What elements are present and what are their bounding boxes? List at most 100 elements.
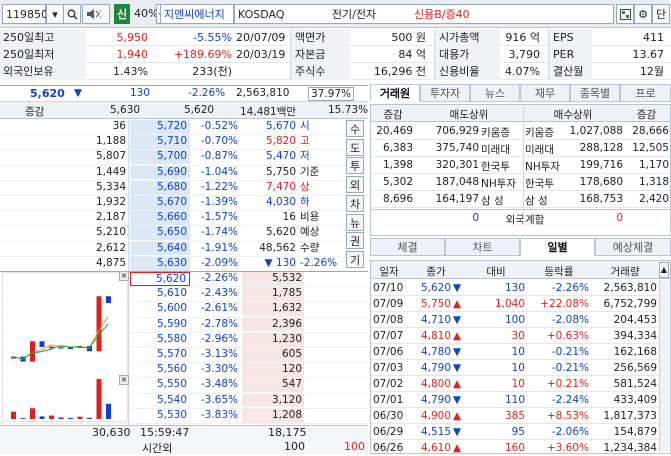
daily-row[interactable]: 07/08 4,710 ▼ 100 -2.08% 204,453 <box>371 312 670 328</box>
side-button[interactable]: 뉴 <box>346 213 364 231</box>
daily-row[interactable]: 07/03 4,790 ▼ 10 -0.21% 256,569 <box>371 360 670 376</box>
ask-price: 5,650 <box>130 226 190 241</box>
volume-bar <box>87 417 92 419</box>
broker-row[interactable]: 20,469 706,929 키움증 키움증 1,027,088 28,666 <box>371 123 670 140</box>
broker-row[interactable]: 5,302 187,048 NH투자 한국투 178,680 1,318 <box>371 174 670 191</box>
broker-sell-change: 6,383 <box>382 142 413 154</box>
toolbar: 119850 ▾ 신 40% ▾ 지엔씨에너지 KOSDAQ 전기/전자 신용B… <box>0 0 671 28</box>
daily-row[interactable]: 06/26 4,610 ▲ 160 +3.60% 1,234,384 <box>371 440 670 454</box>
broker-row[interactable]: 8,696 164,197 삼 성삼 성 168,753 2,420 <box>371 191 670 208</box>
side-button[interactable]: 수 <box>346 120 364 137</box>
summary-value: 5,820 <box>265 135 296 148</box>
speaker-icon[interactable] <box>82 4 110 24</box>
bid-qty: 605 <box>242 348 304 362</box>
side-button[interactable]: 도 <box>346 138 364 156</box>
grid-view-icon[interactable] <box>616 4 634 24</box>
side-button[interactable]: 권 <box>346 232 364 250</box>
volume-bar <box>20 418 26 419</box>
bid-price: 5,530 <box>156 408 187 421</box>
single-view-button[interactable]: 단 <box>652 4 670 24</box>
broker-sell-qty: 164,197 <box>435 193 479 205</box>
daily-row[interactable]: 07/06 4,780 ▼ 10 -0.21% 162,168 <box>371 344 670 360</box>
daily-rate: -2.26% <box>551 282 589 294</box>
ask-price: 5,640 <box>130 241 190 256</box>
tab-4[interactable]: 종목별 <box>570 84 620 102</box>
daily-diff: 100 <box>504 314 525 326</box>
ask-qty: 2,187 <box>95 211 126 224</box>
daily-header-cell: 등락률 <box>544 266 574 278</box>
daily-volume: 1,234,384 <box>603 442 657 454</box>
stock-code-input[interactable]: 119850 <box>2 4 48 24</box>
daily-row[interactable]: 06/29 4,515 ▼ 95 -2.06% 154,879 <box>371 424 670 440</box>
broker-buy-qty: 1,027,088 <box>569 125 623 137</box>
scroll-up-icon[interactable]: ▲ <box>659 262 669 278</box>
bid-price: 5,580 <box>156 332 187 345</box>
daily-rate: +0.63% <box>546 330 589 342</box>
daily-rate: +8.53% <box>546 410 589 422</box>
broker-row[interactable]: 6,383 375,740 미래대 미래대 288,128 12,505 <box>371 140 670 157</box>
search-icon[interactable] <box>63 4 81 24</box>
daily-row[interactable]: 07/02 4,800 ▲ 10 +0.21% 581,524 <box>371 376 670 392</box>
broker-sell-change: 8,696 <box>382 193 413 205</box>
ask-rate: -2.09% <box>200 256 238 269</box>
daily-date: 07/02 <box>373 378 404 390</box>
daily-row[interactable]: 07/10 5,620 ▼ 130 -2.26% 2,563,810 <box>371 280 670 296</box>
tab-0[interactable]: 거래원 <box>370 84 420 102</box>
stock-info-box: KOSDAQ 전기/전자 신용B/증40 <box>234 4 614 24</box>
side-button[interactable]: 기 <box>346 250 364 268</box>
chart-close-icon[interactable]: × <box>119 271 129 281</box>
ask-price: 5,690 <box>130 165 190 180</box>
ask-rate: -1.91% <box>200 241 238 254</box>
tab-bottom-1[interactable]: 차트 <box>445 238 520 256</box>
up-arrow-icon: ▲ <box>453 442 462 454</box>
bid-rate: -3.83% <box>200 408 238 421</box>
tab-3[interactable]: 재무 <box>520 84 570 102</box>
volume-bar <box>58 417 64 419</box>
daily-close: 4,800 <box>420 378 451 390</box>
bid-qty: 2,396 <box>242 317 304 332</box>
daily-table: 일자 종가 대비 등락률 거래량 ▲ 07/10 5,620 ▼ 130 -2.26% 2,563,8… <box>370 260 671 454</box>
daily-diff: 95 <box>511 426 525 438</box>
volume-bar <box>68 418 73 419</box>
tab-bottom-3[interactable]: 예상체결 <box>595 238 671 256</box>
bid-qty: 5,532 <box>242 272 304 286</box>
mini-candle-chart <box>11 296 111 419</box>
bid-qty: 120 <box>242 363 304 378</box>
ask-price: 5,700 <box>130 150 190 165</box>
daily-rate: -0.21% <box>551 362 589 374</box>
daily-row[interactable]: 06/30 4,900 ▲ 385 +8.53% 1,817,373 <box>371 408 670 424</box>
daily-row[interactable]: 07/09 5,750 ▲ 1,040 +22.08% 6,752,799 <box>371 296 670 312</box>
foreign-sell: 0 <box>472 212 479 224</box>
info-value: 5,950 <box>116 31 149 44</box>
divider <box>523 105 524 225</box>
broker-buy-change: 1,318 <box>638 176 669 188</box>
info-label: 외국인보유 <box>0 63 86 80</box>
ask-price: 5,660 <box>130 211 190 226</box>
tab-2[interactable]: 뉴스 <box>470 84 520 102</box>
bid-rate: -3.13% <box>200 348 238 360</box>
broker-buy-change: 1,170 <box>638 159 669 171</box>
up-arrow-icon: ▲ <box>453 378 462 390</box>
tab-bottom-2[interactable]: 일별 <box>520 238 595 256</box>
ask-rate: -1.39% <box>200 196 238 208</box>
gear-icon[interactable]: ⚙ <box>634 4 652 24</box>
side-button[interactable]: 차 <box>346 194 364 212</box>
bid-price: 5,620 <box>130 272 190 286</box>
daily-row[interactable]: 07/07 4,810 ▲ 30 +0.63% 394,334 <box>371 328 670 344</box>
broker-sell-qty: 187,048 <box>435 176 479 188</box>
info-label-4: 결산월 <box>548 63 592 80</box>
side-button[interactable]: 외 <box>346 176 364 194</box>
chart2-close-icon[interactable]: × <box>119 375 129 385</box>
down-arrow-icon: ▼ <box>453 394 462 406</box>
tab-bottom-0[interactable]: 체결 <box>370 238 445 256</box>
dropdown-arrow-icon[interactable]: ▾ <box>46 4 64 24</box>
broker-row[interactable]: 1,398 320,301 한국투 NH투자 199,716 1,170 <box>371 157 670 174</box>
tab-5[interactable]: 프로 <box>620 84 671 102</box>
summary-value: ▼ 130 <box>264 256 296 269</box>
tab-1[interactable]: 투자자 <box>420 84 470 102</box>
side-button[interactable]: 투 <box>346 157 364 175</box>
daily-row[interactable]: 07/01 4,790 ▼ 110 -2.24% 433,409 <box>371 392 670 408</box>
broker-buy-change: 28,666 <box>632 125 669 137</box>
scrollbar[interactable] <box>659 280 669 452</box>
candle <box>96 296 102 352</box>
